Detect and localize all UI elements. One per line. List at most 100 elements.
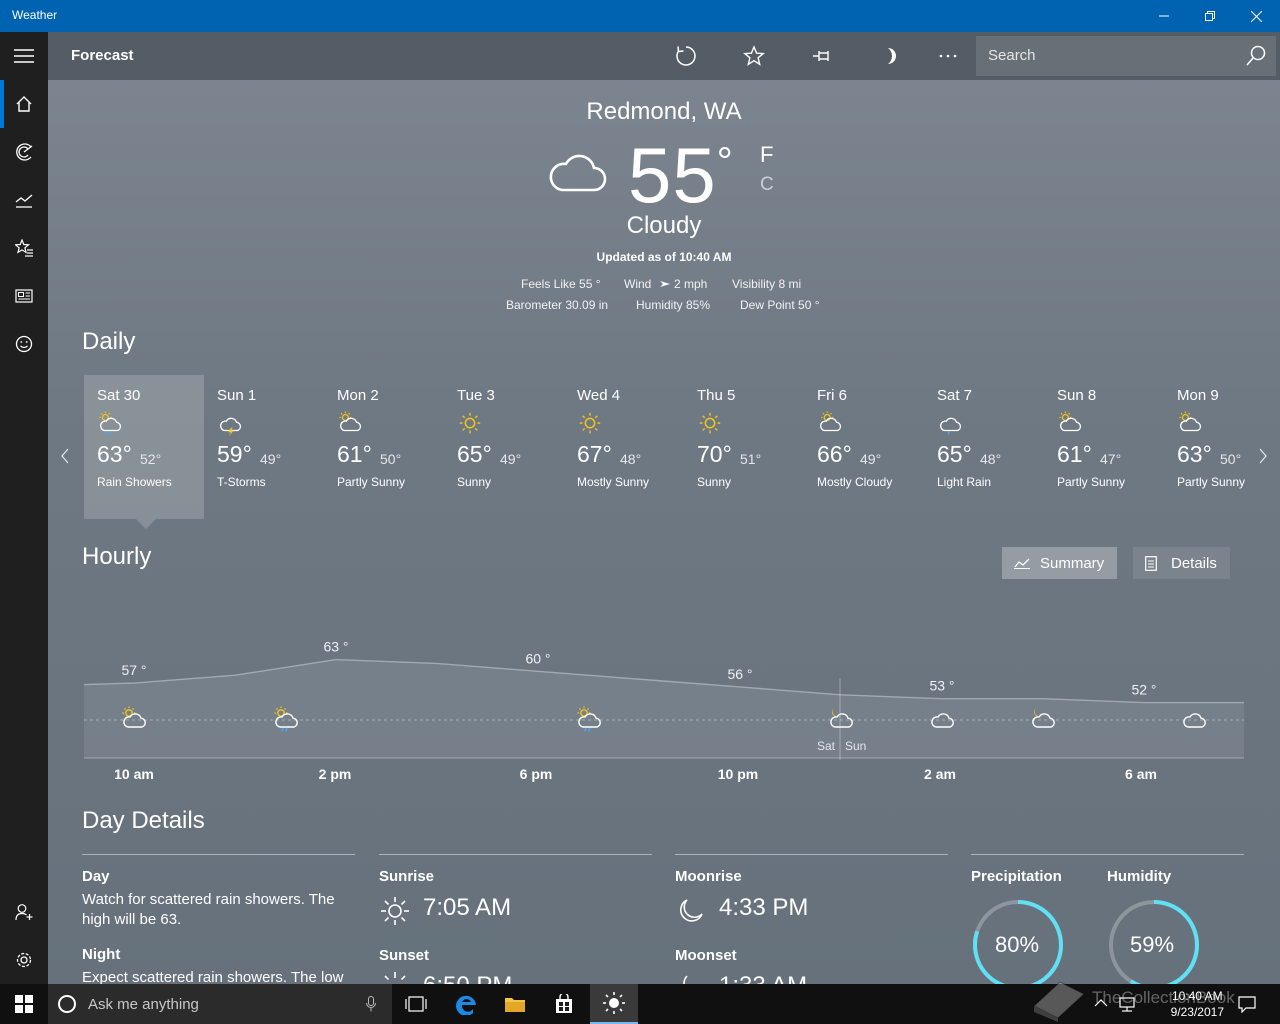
nav-account[interactable] [0, 888, 48, 936]
temperature-label: 60 ° [525, 650, 550, 666]
moon-icon [888, 48, 896, 64]
unit-fahrenheit[interactable]: F [760, 142, 773, 168]
partly-sunny-icon [1179, 411, 1202, 432]
search-button[interactable] [1244, 44, 1268, 73]
windows-logo-icon [15, 995, 33, 1013]
nav-settings[interactable] [0, 936, 48, 984]
nav-places[interactable] [0, 224, 48, 272]
rain-showers-icon [99, 411, 122, 435]
summary-toggle[interactable]: Summary [1002, 547, 1117, 579]
search-placeholder: Search [988, 47, 1036, 64]
daily-day-card[interactable]: Sat 7 65° 48° Light Rain [924, 375, 1044, 519]
day-high: 67° [577, 441, 612, 467]
details-label: Details [1171, 554, 1217, 572]
restore-button[interactable] [1187, 0, 1233, 32]
task-view-button[interactable] [392, 984, 440, 1024]
daily-heading: Daily [82, 328, 136, 355]
nav-forecast[interactable] [0, 80, 48, 128]
day-split-saturday: Sat [817, 739, 836, 753]
edge-button[interactable] [443, 984, 491, 1024]
temperature-label: 53 ° [929, 678, 954, 694]
precipitation-label: Precipitation [971, 868, 1062, 885]
nav-news[interactable] [0, 272, 48, 320]
day-split-sunday: Sun [845, 739, 866, 753]
refresh-button[interactable] [662, 32, 710, 80]
wind-label: Wind [624, 277, 652, 291]
night-label: Night [82, 946, 121, 963]
day-low: 51° [740, 451, 762, 467]
divider [675, 854, 948, 855]
moonset-label: Moonset [675, 947, 737, 964]
day-high: 61° [1057, 441, 1092, 467]
refresh-icon [676, 46, 696, 66]
sun-column [379, 854, 652, 855]
selected-day-pointer [136, 519, 156, 529]
visibility: Visibility 8 mi [732, 277, 802, 291]
day-low: 49° [260, 451, 282, 467]
daily-day-card[interactable]: Thu 5 70° 51° Sunny [684, 375, 804, 519]
sunset-time: 6:50 PM [423, 972, 512, 984]
divider [971, 854, 1244, 855]
day-low: 47° [1100, 451, 1122, 467]
day-details-heading: Day Details [82, 807, 205, 834]
daily-day-card[interactable]: Sun 8 61° 47° Partly Sunny [1044, 375, 1164, 519]
hamburger-menu-button[interactable] [0, 32, 48, 80]
day-low: 48° [980, 451, 1002, 467]
nav-historical[interactable] [0, 176, 48, 224]
day-name: Thu 5 [697, 387, 736, 404]
more-button[interactable] [924, 32, 972, 80]
daily-day-card[interactable]: Sun 1 59° 49° T-Storms [204, 375, 324, 519]
microphone-icon [366, 996, 376, 1012]
store-button[interactable] [540, 984, 588, 1024]
theme-button[interactable] [866, 32, 914, 80]
day-name: Tue 3 [457, 387, 495, 404]
unit-celsius[interactable]: C [760, 174, 774, 196]
minimize-icon [1159, 15, 1169, 17]
mostly-cloudy-icon [819, 411, 842, 432]
close-button[interactable] [1233, 0, 1279, 32]
cortana-search-box[interactable]: Ask me anything [48, 984, 392, 1024]
temperature-label: 63 ° [323, 639, 348, 655]
star-icon [743, 45, 765, 66]
daily-day-card[interactable]: Mon 2 61° 50° Partly Sunny [324, 375, 444, 519]
daily-day-card[interactable]: Fri 6 66° 49° Mostly Cloudy [804, 375, 924, 519]
pin-button[interactable] [798, 32, 846, 80]
sunrise-icon [381, 897, 409, 925]
nav-maps[interactable] [0, 128, 48, 176]
moon-column [675, 854, 948, 855]
minimize-button[interactable] [1141, 0, 1187, 32]
daily-prev-button[interactable] [60, 448, 70, 469]
day-high: 63° [97, 441, 132, 467]
temperature-area [84, 659, 1244, 758]
moonset-time: 1:33 AM [719, 972, 807, 984]
weather-app-button[interactable] [590, 984, 638, 1024]
night-text: Expect scattered rain showers. The low [82, 969, 344, 984]
daily-day-card[interactable]: Tue 3 65° 49° Sunny [444, 375, 564, 519]
x-axis-label: 6 am [1125, 766, 1157, 782]
day-low: 49° [500, 451, 522, 467]
day-high: 61° [337, 441, 372, 467]
details-toggle[interactable]: Details [1133, 547, 1230, 579]
x-axis-label: 10 am [114, 766, 154, 782]
nav-feedback[interactable] [0, 320, 48, 368]
day-condition: Rain Showers [97, 475, 172, 489]
day-condition: Light Rain [937, 475, 992, 489]
daily-day-card[interactable]: Mon 9 63° 50° Partly Sunny [1164, 375, 1280, 519]
window-title: Weather [12, 8, 58, 22]
day-condition: Mostly Sunny [577, 475, 650, 489]
partly-sunny-icon [339, 411, 362, 432]
file-explorer-button[interactable] [491, 984, 539, 1024]
day-name: Mon 2 [337, 387, 379, 404]
updated-time: Updated as of 10:40 AM [596, 250, 732, 264]
hourly-temperature-chart: 57 ° 63 ° 60 ° 56 ° 53 ° 52 ° Sat Sun [84, 639, 1244, 760]
daily-day-card[interactable]: Sat 30 63° 52° Rain Showers [84, 375, 204, 519]
day-low: 52° [140, 451, 162, 467]
start-button[interactable] [0, 984, 48, 1024]
favorite-button[interactable] [730, 32, 778, 80]
day-night-column [82, 854, 355, 855]
sun-icon [603, 992, 625, 1014]
action-center-icon[interactable] [1238, 995, 1256, 1013]
search-box[interactable]: Search [976, 36, 1276, 76]
x-axis-label: 2 am [924, 766, 956, 782]
daily-day-card[interactable]: Wed 4 67° 48° Mostly Sunny [564, 375, 684, 519]
